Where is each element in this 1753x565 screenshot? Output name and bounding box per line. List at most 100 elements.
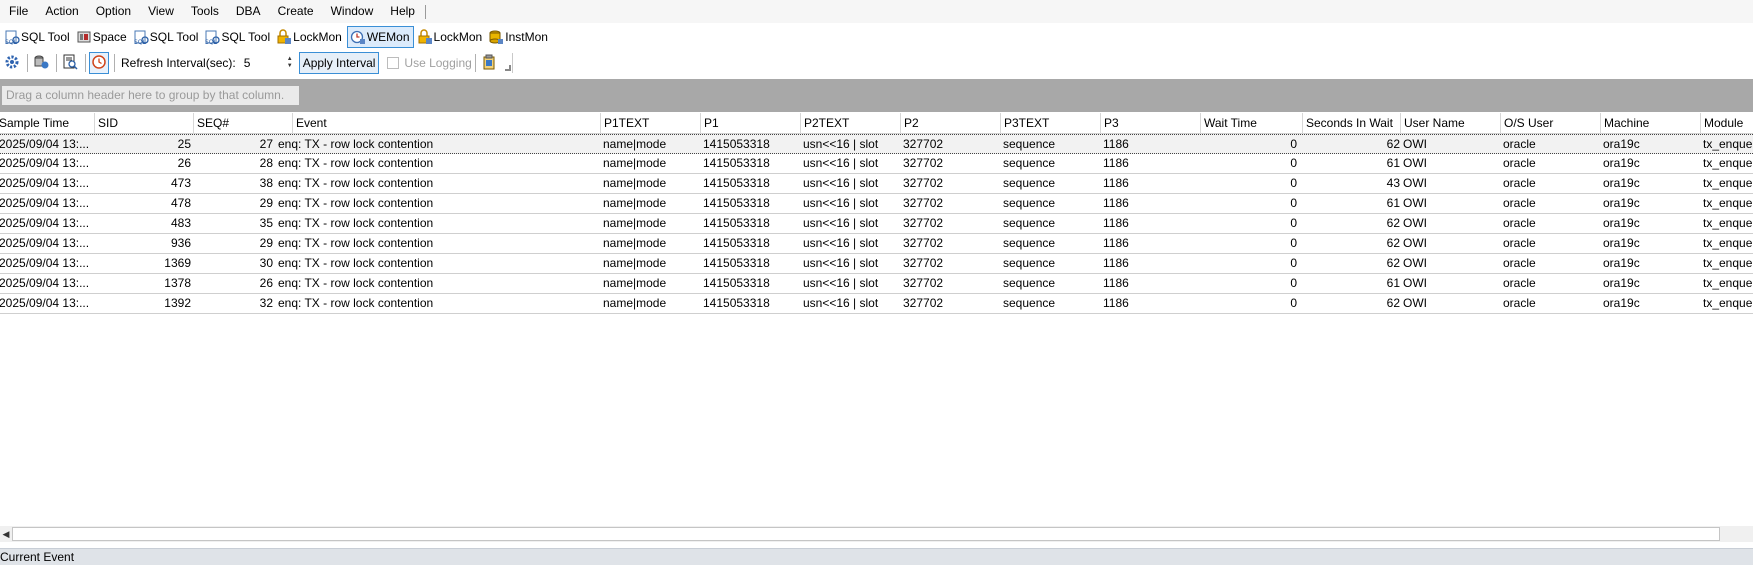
table-row[interactable]: 2025/09/04 13:... 1378 26 enq: TX - row loc… [0,274,1753,294]
cell-p3text: sequence [1003,216,1056,230]
wait-event-grid: Sample Time SID SEQ# Event P1TEXT P1 P2TEXT P2 P… [0,113,1753,314]
module-sql-tool-1[interactable]: SQL SQL Tool [3,26,73,48]
cell-machine: ora19c [1603,176,1640,190]
cell-p2text: usn<<16 | slot [803,137,879,151]
cell-wait-time: 0 [1290,137,1297,151]
find-button[interactable] [60,52,80,74]
checkbox-box[interactable] [387,57,400,69]
column-header-event[interactable]: Event [292,113,600,134]
cell-module: tx_enqueue [1703,296,1753,310]
table-row[interactable]: 2025/09/04 13:... 478 29 enq: TX - row lock… [0,194,1753,214]
horizontal-scrollbar[interactable]: ◀ [0,526,1753,542]
cell-event: enq: TX - row lock contention [278,176,434,190]
column-header-p1[interactable]: P1 [700,113,800,134]
table-row[interactable]: 2025/09/04 13:... 26 28 enq: TX - row lock … [0,154,1753,174]
cell-module: tx_enqueue [1703,196,1753,210]
session-button[interactable] [31,52,51,74]
menu-dba[interactable]: DBA [227,0,269,23]
column-header-wait-time[interactable]: Wait Time [1200,113,1302,134]
table-row[interactable]: 2025/09/04 13:... 1369 30 enq: TX - row loc… [0,254,1753,274]
apply-interval-button[interactable]: Apply Interval [298,52,380,74]
settings-button[interactable] [2,52,22,74]
cell-p2: 327702 [903,276,944,290]
cell-p1text: name|mode [603,296,667,310]
refresh-interval-value[interactable]: 5 [240,56,285,70]
cell-p1: 1415053318 [703,256,770,270]
scroll-left-icon[interactable]: ◀ [0,526,12,542]
column-header-p3[interactable]: P3 [1100,113,1200,134]
use-logging-checkbox[interactable]: Use Logging [387,56,472,70]
column-header-seconds-in-wait[interactable]: Seconds In Wait [1302,113,1400,134]
spinner-arrows[interactable]: ▲ ▼ [285,54,295,72]
cell-sid: 1392 [164,296,191,310]
scrollbar-thumb[interactable] [12,527,1720,541]
table-row[interactable]: 2025/09/04 13:... 483 35 enq: TX - row lock… [0,214,1753,234]
menu-action[interactable]: Action [36,0,86,23]
toolbar-separator [56,54,57,72]
menu-option[interactable]: Option [87,0,139,23]
module-lockmon-2[interactable]: LockMon [416,26,486,48]
module-sql-tool-2[interactable]: SQL SQL Tool [132,26,202,48]
module-label: LockMon [433,30,483,44]
menu-help[interactable]: Help [381,0,423,23]
cell-sid: 473 [170,176,191,190]
cell-sid: 478 [170,196,191,210]
spin-up-icon[interactable]: ▲ [287,56,293,63]
cell-event: enq: TX - row lock contention [278,256,434,270]
column-header-user-name[interactable]: User Name [1400,113,1500,134]
cell-p2text: usn<<16 | slot [803,196,879,210]
column-header-p1text[interactable]: P1TEXT [600,113,700,134]
toolbar-grip[interactable] [504,53,513,73]
table-row[interactable]: 2025/09/04 13:... 25 27 enq: TX - row lock … [0,134,1753,154]
table-row[interactable]: 2025/09/04 13:... 473 38 enq: TX - row lock… [0,174,1753,194]
column-header-machine[interactable]: Machine [1600,113,1700,134]
column-header-o-s-user[interactable]: O/S User [1500,113,1600,134]
cell-sample-time: 2025/09/04 13:... [0,256,90,270]
group-by-panel[interactable]: Drag a column header here to group by th… [0,79,1753,112]
auto-refresh-button[interactable] [89,52,109,74]
cell-machine: ora19c [1603,236,1640,250]
cell-p1text: name|mode [603,236,667,250]
table-row[interactable]: 2025/09/04 13:... 1392 32 enq: TX - row loc… [0,294,1753,314]
module-sql-tool-3[interactable]: SQL SQL Tool [203,26,273,48]
column-header-seq[interactable]: SEQ# [193,113,292,134]
column-header-sample-time[interactable]: Sample Time [0,113,94,134]
column-header-module[interactable]: Module [1700,113,1753,134]
cell-p3text: sequence [1003,236,1056,250]
cell-p3text: sequence [1003,276,1056,290]
menu-tools[interactable]: Tools [182,0,227,23]
module-space[interactable]: Space [75,26,130,48]
module-instmon[interactable]: InstMon [487,26,551,48]
spin-down-icon[interactable]: ▼ [287,63,293,70]
cell-p2: 327702 [903,216,944,230]
cell-seq: 35 [259,216,273,230]
column-header-p3text[interactable]: P3TEXT [1000,113,1100,134]
menu-window[interactable]: Window [322,0,382,23]
cell-wait-time: 0 [1290,296,1297,310]
module-lockmon-1[interactable]: LockMon [275,26,345,48]
refresh-interval-spinner[interactable]: 5 ▲ ▼ [239,53,295,73]
table-row[interactable]: 2025/09/04 13:... 936 29 enq: TX - row lock… [0,234,1753,254]
menu-view[interactable]: View [139,0,182,23]
cell-module: tx_enqueue [1703,176,1753,190]
column-header-sid[interactable]: SID [94,113,193,134]
column-header-p2[interactable]: P2 [900,113,1000,134]
export-button[interactable] [479,52,499,74]
cell-p1: 1415053318 [703,236,770,250]
cell-p3: 1186 [1103,156,1129,170]
menu-file[interactable]: File [0,0,36,23]
cell-p2text: usn<<16 | slot [803,236,879,250]
cell-p3: 1186 [1103,236,1129,250]
toolbar-separator [474,54,476,72]
menu-create[interactable]: Create [269,0,322,23]
module-wemon[interactable]: WEMon [346,26,414,48]
cell-p2: 327702 [903,236,944,250]
column-header-p2text[interactable]: P2TEXT [800,113,900,134]
wait-event-monitor-icon [350,29,366,45]
cell-event: enq: TX - row lock contention [278,137,434,151]
cell-p1text: name|mode [603,156,667,170]
lock-monitor-icon [417,29,433,45]
cell-p2: 327702 [903,256,944,270]
cell-user-name: OWI [1403,236,1427,250]
cell-p3: 1186 [1103,296,1129,310]
